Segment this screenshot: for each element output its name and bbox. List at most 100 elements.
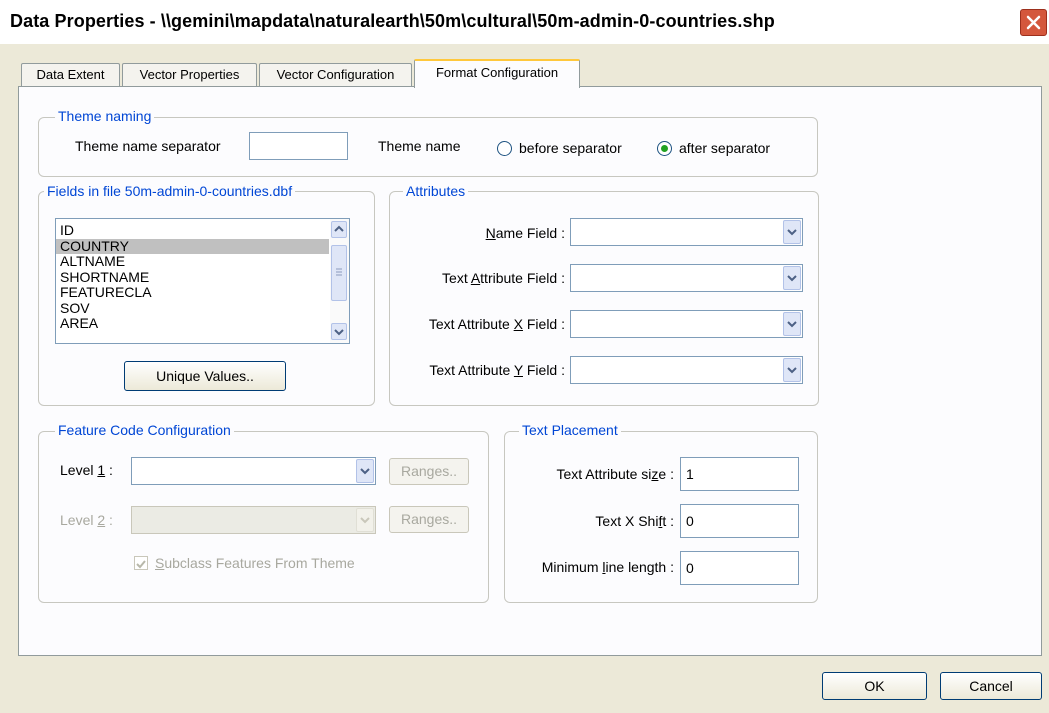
chevron-down-icon (360, 517, 370, 524)
label-text: Text (442, 270, 471, 286)
label-text: t : (662, 513, 674, 529)
list-item[interactable]: FEATURECLA (56, 285, 329, 301)
tab-label: Vector Configuration (276, 67, 395, 82)
combo-dropdown-button[interactable] (783, 220, 801, 244)
label-accel: X (513, 316, 523, 332)
radio-selected-dot (661, 145, 668, 152)
chevron-down-icon (787, 275, 797, 282)
list-item[interactable]: SHORTNAME (56, 269, 329, 286)
list-item[interactable]: SOV (56, 300, 329, 317)
radio-after-separator[interactable] (657, 141, 672, 156)
level2-combo[interactable] (131, 506, 376, 534)
label-text: : (105, 512, 113, 528)
level2-ranges-button[interactable]: Ranges.. (389, 506, 469, 533)
label-accel: 1 (97, 462, 106, 478)
label-accel: 2 (97, 512, 106, 528)
subclass-label[interactable]: Subclass Features From Theme (155, 555, 355, 571)
scroll-down-button[interactable] (331, 323, 347, 340)
text-placement-legend: Text Placement (519, 422, 621, 438)
before-separator-label[interactable]: before separator (519, 140, 622, 156)
chevron-down-icon (787, 321, 797, 328)
feature-code-legend: Feature Code Configuration (55, 422, 234, 438)
label-accel: Y (513, 362, 523, 378)
combo-dropdown-button[interactable] (783, 358, 801, 382)
check-icon (136, 560, 146, 569)
label-accel: A (470, 270, 481, 286)
label-text: Field : (522, 362, 565, 378)
level2-label: Level 2 : (60, 512, 113, 528)
label-accel: N (485, 225, 496, 241)
tab-label: Vector Properties (139, 67, 240, 82)
label-text: Level (60, 512, 98, 528)
list-item[interactable]: ALTNAME (56, 254, 329, 270)
minimum-line-length-input[interactable] (680, 551, 799, 585)
label-text: Text Attribute si (556, 466, 652, 482)
label-text: ttribute Field : (480, 270, 565, 286)
tab-format-configuration[interactable]: Format Configuration (414, 59, 580, 88)
text-attribute-size-label: Text Attribute size : (556, 466, 674, 482)
radio-before-separator[interactable] (497, 141, 512, 156)
label-text: Text Attribute (429, 362, 514, 378)
label-text: ubclass Features From Theme (164, 555, 355, 571)
level1-ranges-button[interactable]: Ranges.. (389, 458, 469, 485)
minimum-line-length-label: Minimum line length : (542, 559, 674, 575)
label-text: Level (60, 462, 98, 478)
tab-vector-properties[interactable]: Vector Properties (122, 63, 257, 87)
separator-label: Theme name separator (75, 138, 221, 154)
scroll-down-icon (334, 329, 344, 336)
scrollbar[interactable] (330, 219, 349, 343)
label-text: ame Field : (495, 225, 565, 241)
text-attribute-y-field-combo[interactable] (570, 356, 803, 384)
tab-data-extent[interactable]: Data Extent (21, 63, 120, 87)
unique-values-button[interactable]: Unique Values.. (124, 361, 286, 391)
label-text: e : (658, 466, 674, 482)
fields-list: ID COUNTRY ALTNAME SHORTNAME FEATURECLA … (56, 223, 329, 332)
subclass-checkbox[interactable] (134, 556, 148, 570)
text-attribute-size-input[interactable] (680, 457, 799, 491)
name-field-combo[interactable] (570, 218, 803, 246)
close-icon (1026, 15, 1041, 30)
scroll-up-button[interactable] (331, 221, 347, 238)
combo-dropdown-button[interactable] (783, 266, 801, 290)
after-separator-label[interactable]: after separator (679, 140, 770, 156)
tab-label: Format Configuration (435, 65, 559, 80)
combo-dropdown-button[interactable] (356, 459, 374, 483)
tab-label: Data Extent (36, 67, 105, 82)
text-attribute-field-label: Text Attribute Field : (442, 270, 565, 286)
label-accel: S (155, 555, 165, 571)
name-field-label: Name Field : (486, 225, 565, 241)
window-title: Data Properties - \\gemini\mapdata\natur… (10, 11, 775, 31)
chevron-down-icon (787, 367, 797, 374)
text-attribute-x-field-label: Text Attribute X Field : (429, 316, 565, 332)
close-button[interactable] (1020, 9, 1047, 36)
list-item[interactable]: AREA (56, 316, 329, 332)
list-item[interactable]: ID (56, 223, 329, 239)
text-attribute-field-combo[interactable] (570, 264, 803, 292)
level1-label: Level 1 : (60, 462, 113, 478)
text-x-shift-input[interactable] (680, 504, 799, 538)
attributes-legend: Attributes (403, 183, 469, 199)
scroll-up-icon (334, 225, 344, 232)
text-attribute-x-field-combo[interactable] (570, 310, 803, 338)
separator-input[interactable] (249, 132, 348, 160)
scroll-thumb[interactable] (331, 245, 347, 301)
label-text: : (105, 462, 113, 478)
combo-dropdown-button[interactable] (783, 312, 801, 336)
label-text: Minimum (541, 559, 603, 575)
label-text: ine length : (605, 559, 675, 575)
chevron-down-icon (787, 229, 797, 236)
title-bar: Data Properties - \\gemini\mapdata\natur… (0, 0, 1049, 45)
list-item-selected[interactable]: COUNTRY (56, 238, 329, 254)
label-text: Field : (522, 316, 565, 332)
ok-button[interactable]: OK (822, 672, 927, 700)
cancel-button[interactable]: Cancel (940, 672, 1042, 700)
tab-vector-configuration[interactable]: Vector Configuration (259, 63, 412, 87)
text-attribute-y-field-label: Text Attribute Y Field : (429, 362, 565, 378)
label-text: Text X Shi (595, 513, 659, 529)
label-text: Text Attribute (428, 316, 514, 332)
fields-legend: Fields in file 50m-admin-0-countries.dbf (44, 183, 296, 199)
fields-listbox[interactable]: ID COUNTRY ALTNAME SHORTNAME FEATURECLA … (55, 218, 350, 344)
grip-icon (336, 268, 342, 276)
combo-dropdown-button[interactable] (356, 508, 374, 532)
level1-combo[interactable] (131, 457, 376, 485)
